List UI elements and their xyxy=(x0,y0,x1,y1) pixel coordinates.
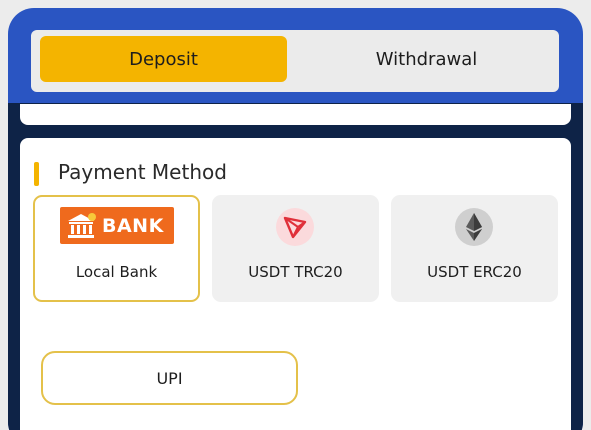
ethereum-icon xyxy=(455,208,493,246)
bank-icon: BANK xyxy=(60,207,174,244)
tab-withdrawal[interactable]: Withdrawal xyxy=(303,36,550,82)
method-usdt-trc20-label: USDT TRC20 xyxy=(248,263,343,281)
tab-deposit[interactable]: Deposit xyxy=(40,36,287,82)
method-local-bank-label: Local Bank xyxy=(75,263,158,281)
method-usdt-erc20-label: USDT ERC20 xyxy=(427,263,522,281)
tron-icon xyxy=(276,208,314,246)
deposit-withdrawal-tabs: Deposit Withdrawal xyxy=(31,30,559,92)
method-local-bank[interactable]: BANK Local Bank xyxy=(33,195,200,302)
phone-frame: Deposit Withdrawal Payment Method BANK L… xyxy=(8,8,583,430)
payment-method-card: Payment Method BANK Local Bank USDT TRC2… xyxy=(20,138,571,430)
section-title: Payment Method xyxy=(58,160,227,184)
tab-deposit-label: Deposit xyxy=(129,48,198,70)
method-upi-label: UPI xyxy=(156,368,183,388)
bank-logo-text: BANK xyxy=(102,214,164,237)
section-accent-bar xyxy=(34,162,39,186)
method-upi[interactable]: UPI xyxy=(41,351,298,405)
method-usdt-erc20[interactable]: USDT ERC20 xyxy=(391,195,558,302)
amount-card xyxy=(20,104,571,125)
tab-withdrawal-label: Withdrawal xyxy=(375,48,478,70)
method-usdt-trc20[interactable]: USDT TRC20 xyxy=(212,195,379,302)
